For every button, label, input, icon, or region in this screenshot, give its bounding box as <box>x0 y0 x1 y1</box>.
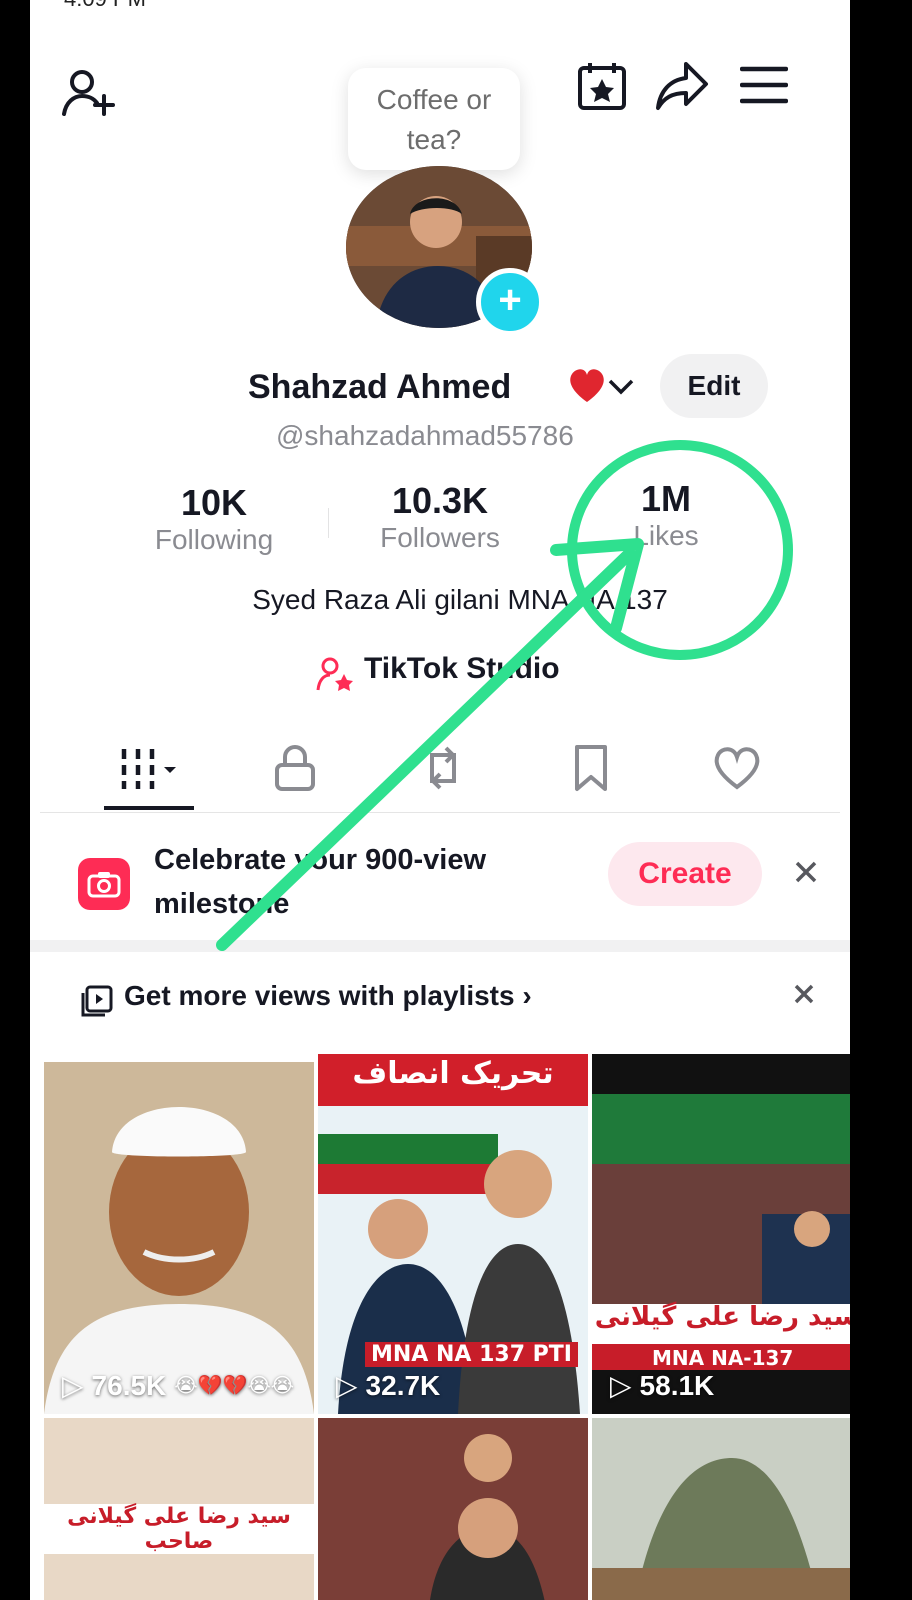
video-thumbnail[interactable] <box>592 1418 850 1600</box>
thumbnail-title: تحریک انصاف <box>352 1056 554 1091</box>
view-count: ▷ 32.7K <box>336 1369 440 1402</box>
tiktok-studio-link[interactable]: TikTok Studio <box>364 652 560 686</box>
profile-handle: @shahzadahmad55786 <box>276 420 574 451</box>
status-time: 4:09 PM <box>64 0 146 12</box>
calendar-star-icon[interactable] <box>574 58 630 114</box>
lock-icon[interactable] <box>260 738 330 798</box>
stat-following[interactable]: 10K Following <box>114 482 314 556</box>
video-thumbnail[interactable]: تحریک انصاف MNA NA 137 PTI ▷ 32.7K <box>318 1054 588 1414</box>
status-bubble[interactable]: Coffee or tea? <box>348 68 520 170</box>
play-icon: ▷ <box>610 1370 632 1401</box>
share-arrow-icon[interactable] <box>652 58 712 114</box>
repost-icon[interactable] <box>408 738 478 798</box>
add-avatar-button[interactable]: + <box>476 268 544 336</box>
playlist-icon <box>80 984 114 1018</box>
close-icon[interactable] <box>788 854 824 890</box>
divider <box>40 812 840 813</box>
tab-videos[interactable] <box>114 738 184 798</box>
video-thumbnail[interactable]: سید رضا علی گیلانی صاحب <box>44 1418 314 1600</box>
studio-icon <box>316 656 356 696</box>
stat-likes[interactable]: 1M Likes <box>566 478 766 552</box>
thumbnail-caption: MNA NA 137 PTI <box>365 1342 578 1367</box>
divider <box>328 508 329 538</box>
view-count-value: 76.5K <box>91 1369 167 1401</box>
stat-value: 10K <box>180 482 248 523</box>
view-count-value: 58.1K <box>639 1369 715 1401</box>
camera-icon <box>78 858 130 910</box>
video-thumbnail[interactable] <box>318 1418 588 1600</box>
stat-label: Following <box>154 524 274 555</box>
close-icon[interactable] <box>786 976 822 1012</box>
thumbnail-title: سید رضا علی گیلانی صاحب <box>44 1504 314 1554</box>
profile-bio: Syed Raza Ali gilani MNA NA 137 <box>252 584 668 615</box>
red-heart-icon <box>566 364 608 406</box>
video-thumbnail[interactable]: سید رضا علی گیلانی MNA NA-137 ▷ 58.1K <box>592 1054 850 1414</box>
caption-emoji: 😭💔💔😭😭 <box>174 1375 295 1397</box>
play-icon: ▷ <box>62 1370 84 1401</box>
active-tab-indicator <box>104 806 194 810</box>
stat-followers[interactable]: 10.3K Followers <box>340 480 540 554</box>
bookmark-icon[interactable] <box>556 738 626 798</box>
view-count: ▷ 76.5K 😭💔💔😭😭 <box>62 1369 294 1402</box>
heart-icon[interactable] <box>702 738 772 798</box>
person-plus-icon[interactable] <box>58 64 118 124</box>
playlist-link[interactable]: Get more views with playlists › <box>124 980 532 1012</box>
chevron-down-icon[interactable] <box>606 374 636 398</box>
stat-label: Followers <box>380 522 500 553</box>
video-grid: ▷ 76.5K 😭💔💔😭😭 تحریک انصاف MNA NA 137 PTI ▷… <box>44 1054 850 1600</box>
profile-name: Shahzad Ahmed <box>248 368 512 406</box>
view-count: ▷ 58.1K <box>610 1369 714 1402</box>
thumbnail-title: سید رضا علی گیلانی <box>594 1302 850 1332</box>
stat-label: Likes <box>633 520 699 551</box>
create-button[interactable]: Create <box>608 842 762 906</box>
play-icon: ▷ <box>336 1370 358 1401</box>
stat-value: 1M <box>640 478 691 519</box>
edit-profile-button[interactable]: Edit <box>660 354 768 418</box>
stat-value: 10.3K <box>391 480 489 521</box>
hamburger-menu-icon[interactable] <box>738 62 790 108</box>
thumbnail-caption: MNA NA-137 <box>652 1346 794 1370</box>
video-thumbnail[interactable]: ▷ 76.5K 😭💔💔😭😭 <box>44 1062 314 1414</box>
view-count-value: 32.7K <box>365 1369 441 1401</box>
section-separator <box>30 940 850 952</box>
profile-screen: 4:09 PM Coffee or tea? + Shahzad Ahmed E… <box>30 0 850 1600</box>
milestone-text: Celebrate your 900-view milestone <box>154 844 487 920</box>
